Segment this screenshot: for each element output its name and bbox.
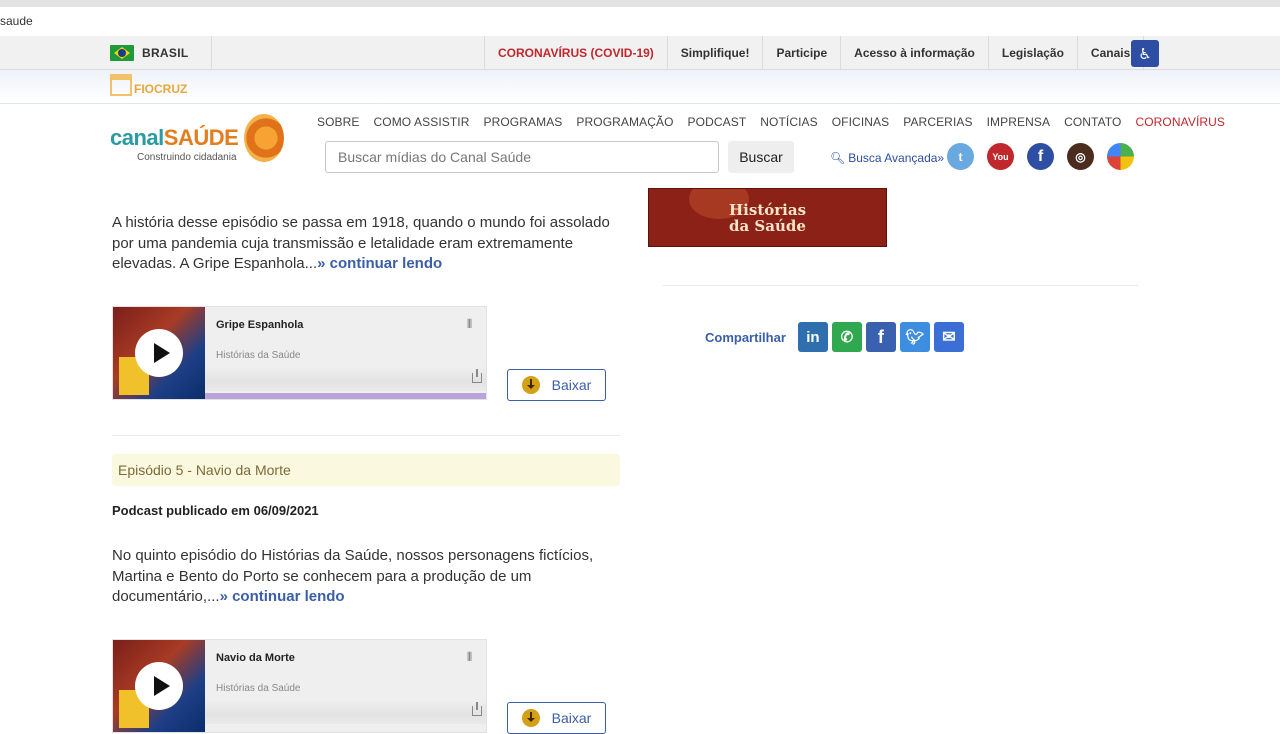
waveform-icon: ⫴ xyxy=(466,317,472,331)
canal-saude-logo[interactable]: canalSAÚDE Construindo cidadania xyxy=(110,114,285,172)
search-input[interactable] xyxy=(325,141,719,173)
fiocruz-building-icon xyxy=(110,74,132,96)
fiocruz-label: FIOCRUZ xyxy=(134,82,188,96)
gov-divider xyxy=(211,36,212,70)
search-icon: 🔍︎ xyxy=(830,151,846,165)
download-label: Baixar xyxy=(551,710,592,726)
logo-mark-icon xyxy=(244,114,284,162)
brazil-flag-icon xyxy=(110,45,134,61)
twitter-icon[interactable]: 🐦︎ xyxy=(899,322,930,352)
logo-word-canal: canal xyxy=(110,125,164,150)
gov-brasil-label: BRASIL xyxy=(142,46,189,60)
gov-link-coronavirus[interactable]: CORONAVÍRUS (COVID-19) xyxy=(484,36,667,70)
download-button-episode-5[interactable]: Baixar xyxy=(507,702,606,734)
share-label: Compartilhar xyxy=(705,329,786,345)
site-header: canalSAÚDE Construindo cidadania SOBRE C… xyxy=(0,104,1280,188)
banner-title-line-2: da Saúde xyxy=(729,217,806,235)
email-icon[interactable]: ✉ xyxy=(933,322,964,352)
player-progress-bar[interactable] xyxy=(205,393,486,399)
fiocruz-bar: FIOCRUZ xyxy=(0,70,1280,104)
gov-link-participe[interactable]: Participe xyxy=(762,36,840,70)
download-icon xyxy=(521,709,540,727)
share-bar: Compartilhar in ✆ f 🐦︎ ✉ xyxy=(705,322,964,352)
fiocruz-logo[interactable]: FIOCRUZ xyxy=(110,74,187,96)
episode-5-published-date: Podcast publicado em 06/09/2021 xyxy=(112,503,319,518)
logo-word-saude: SAÚDE xyxy=(163,125,239,150)
nav-parcerias[interactable]: PARCERIAS xyxy=(896,115,979,129)
twitter-icon[interactable]: t xyxy=(947,143,974,170)
waveform[interactable] xyxy=(205,700,486,724)
browser-url-bar[interactable]: saude xyxy=(0,0,1280,36)
nav-como-assistir[interactable]: COMO ASSISTIR xyxy=(367,115,477,129)
nav-coronavirus[interactable]: CORONAVÍRUS xyxy=(1128,115,1232,129)
download-icon xyxy=(521,376,540,394)
facebook-icon[interactable]: f xyxy=(865,322,896,352)
share-icon[interactable] xyxy=(472,369,482,383)
facebook-icon[interactable]: f xyxy=(1027,143,1054,170)
episode-cover-art xyxy=(113,640,205,732)
download-button-episode-4[interactable]: Baixar xyxy=(507,369,606,401)
logo-tagline: Construindo cidadania xyxy=(137,152,237,163)
play-icon[interactable] xyxy=(135,662,183,710)
player-subtitle: Histórias da Saúde xyxy=(216,683,301,694)
episode-divider xyxy=(112,435,620,436)
episode-5-read-more-link[interactable]: » continuar lendo xyxy=(220,588,345,605)
nav-imprensa[interactable]: IMPRENSA xyxy=(980,115,1057,129)
search-button[interactable]: Buscar xyxy=(728,141,794,173)
gov-brasil-link[interactable]: BRASIL xyxy=(110,43,188,63)
episode-4-excerpt: A história desse episódio se passa em 19… xyxy=(112,213,620,275)
player-title: Navio da Morte xyxy=(216,652,295,664)
gov-links: CORONAVÍRUS (COVID-19) Simplifique! Part… xyxy=(484,36,1145,70)
episode-5-excerpt: No quinto episódio do Histórias da Saúde… xyxy=(112,546,620,608)
nav-contato[interactable]: CONTATO xyxy=(1057,115,1128,129)
banner-title-line-1: Histórias xyxy=(729,201,807,219)
instagram-icon[interactable]: ◎ xyxy=(1067,143,1094,170)
nav-podcast[interactable]: PODCAST xyxy=(681,115,754,129)
nav-programas[interactable]: PROGRAMAS xyxy=(477,115,570,129)
maps-icon[interactable] xyxy=(1107,143,1134,170)
audio-player-gripe-espanhola: Gripe Espanhola Histórias da Saúde ⫴ xyxy=(112,306,487,400)
whatsapp-icon[interactable]: ✆ xyxy=(831,322,862,352)
nav-sobre[interactable]: SOBRE xyxy=(310,115,367,129)
nav-noticias[interactable]: NOTÍCIAS xyxy=(753,115,824,129)
gov-link-simplifique[interactable]: Simplifique! xyxy=(666,36,763,70)
play-icon[interactable] xyxy=(135,329,183,377)
episode-5-title: Episódio 5 - Navio da Morte xyxy=(112,454,620,486)
gov-link-acesso-informacao[interactable]: Acesso à informação xyxy=(840,36,988,70)
episode-cover-art xyxy=(113,307,205,399)
waveform-icon: ⫴ xyxy=(466,650,472,664)
logo-wordmark: canalSAÚDE xyxy=(110,125,239,151)
sidebar-divider xyxy=(663,285,1138,286)
gov-top-bar: BRASIL CORONAVÍRUS (COVID-19) Simplifiqu… xyxy=(0,36,1280,70)
main-nav: SOBRE COMO ASSISTIR PROGRAMAS PROGRAMAÇÃ… xyxy=(310,115,1232,129)
gov-link-legislacao[interactable]: Legislação xyxy=(987,36,1077,70)
nav-oficinas[interactable]: OFICINAS xyxy=(825,115,896,129)
banner-title: Histórias da Saúde xyxy=(729,202,806,234)
audio-player-navio-da-morte: Navio da Morte Histórias da Saúde ⫴ xyxy=(112,639,487,733)
episode-4-read-more-link[interactable]: » continuar lendo xyxy=(317,255,442,272)
player-title: Gripe Espanhola xyxy=(216,319,304,331)
advanced-search-link[interactable]: 🔍︎ Busca Avançada» xyxy=(830,151,944,165)
advanced-search-label: Busca Avançada» xyxy=(848,151,945,165)
waveform[interactable] xyxy=(205,367,486,391)
nav-programacao[interactable]: PROGRAMAÇÃO xyxy=(569,115,680,129)
youtube-icon[interactable]: You xyxy=(987,143,1014,170)
historias-da-saude-banner[interactable]: Histórias da Saúde xyxy=(648,188,887,247)
accessibility-icon[interactable]: ♿ xyxy=(1131,40,1159,67)
player-subtitle: Histórias da Saúde xyxy=(216,350,301,361)
share-icon[interactable] xyxy=(472,702,482,716)
download-label: Baixar xyxy=(551,377,592,393)
linkedin-icon[interactable]: in xyxy=(797,322,828,352)
episode-5-text: No quinto episódio do Histórias da Saúde… xyxy=(112,547,594,605)
social-links: t You f ◎ xyxy=(947,143,1134,170)
url-text[interactable]: saude xyxy=(0,14,33,28)
